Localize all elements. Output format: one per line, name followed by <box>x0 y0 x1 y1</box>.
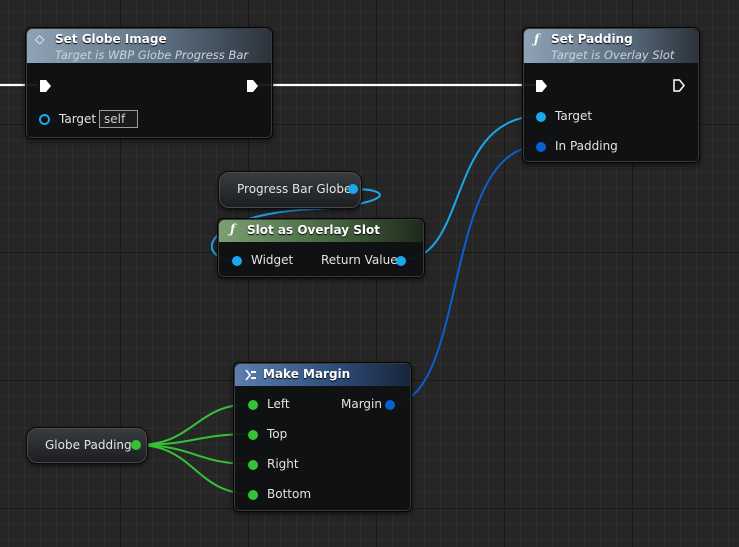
return-value-label: Return Value <box>321 253 398 267</box>
variable-label: Globe Padding <box>45 438 132 452</box>
left-pin[interactable] <box>248 400 258 410</box>
target-label: Target <box>555 109 593 123</box>
node-title: Set Globe Image <box>55 32 167 46</box>
exec-out-pin[interactable] <box>673 79 685 92</box>
node-title: Make Margin <box>263 367 351 381</box>
exec-in-pin[interactable] <box>40 80 51 92</box>
exec-in-pin[interactable] <box>536 80 547 92</box>
variable-output-pin[interactable] <box>131 440 141 450</box>
globe-padding-variable[interactable]: Globe Padding <box>26 427 148 464</box>
target-pin[interactable] <box>536 112 546 122</box>
make-struct-icon <box>245 369 256 381</box>
top-pin[interactable] <box>248 430 258 440</box>
left-label: Left <box>267 397 290 411</box>
make-margin-node[interactable]: Make Margin Left Top Right Bottom Margin <box>233 362 412 512</box>
node-title: Slot as Overlay Slot <box>247 223 380 237</box>
widget-label: Widget <box>251 253 294 267</box>
function-icon: ƒ <box>230 222 236 236</box>
right-pin[interactable] <box>248 460 258 470</box>
target-pin[interactable] <box>39 114 50 125</box>
target-label: Target <box>59 112 97 126</box>
node-title: Set Padding <box>551 32 633 46</box>
node-subtitle: Target is Overlay Slot <box>551 48 675 62</box>
margin-output-pin[interactable] <box>385 400 395 410</box>
progress-bar-globe-variable[interactable]: Progress Bar Globe <box>218 171 362 209</box>
function-icon: ƒ <box>534 32 540 46</box>
node-subtitle: Target is WBP Globe Progress Bar <box>55 48 249 62</box>
return-value-pin[interactable] <box>396 256 406 266</box>
bottom-label: Bottom <box>267 487 312 501</box>
right-label: Right <box>267 457 299 471</box>
variable-label: Progress Bar Globe <box>237 182 352 196</box>
in-padding-pin[interactable] <box>536 142 546 152</box>
target-self-field[interactable]: self <box>99 110 138 128</box>
bottom-pin[interactable] <box>248 490 258 500</box>
top-label: Top <box>267 427 288 441</box>
widget-pin[interactable] <box>232 256 242 266</box>
slot-as-overlay-slot-node[interactable]: ƒ Slot as Overlay Slot Widget Return Val… <box>217 218 425 278</box>
margin-label: Margin <box>341 397 382 411</box>
setter-diamond-icon: ◇ <box>35 32 45 46</box>
variable-output-pin[interactable] <box>348 184 358 194</box>
exec-out-pin[interactable] <box>247 80 258 92</box>
in-padding-label: In Padding <box>555 139 618 153</box>
set-padding-node[interactable]: ƒ Set Padding Target is Overlay Slot Tar… <box>522 27 700 163</box>
set-globe-image-node[interactable]: ◇ Set Globe Image Target is WBP Globe Pr… <box>25 27 273 139</box>
